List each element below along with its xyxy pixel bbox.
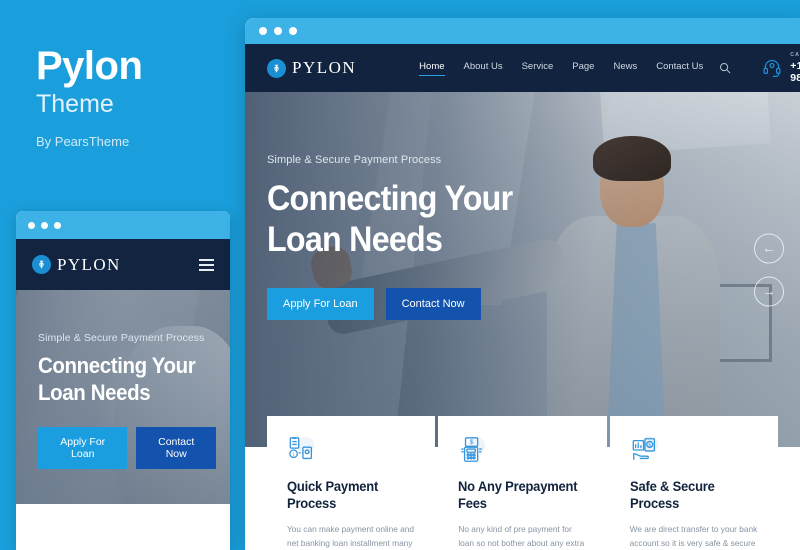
hero-heading-line-2: Loan Needs [267,220,443,260]
card-title-line-1: Safe & Secure [629,479,715,494]
contact-now-button[interactable]: Contact Now [385,287,481,320]
site-logo[interactable]: PYLON [267,58,356,78]
pylon-logo-icon [267,58,286,78]
call-phone-number: +1 9812310000 [790,60,800,84]
search-icon[interactable] [719,62,731,74]
window-dot-minimize[interactable] [274,27,282,35]
window-dot-close[interactable] [28,221,35,229]
mobile-hero-buttons: Apply For Loan Contact Now [38,427,216,470]
mobile-hero-heading: Connecting Your Loan Needs [38,353,204,406]
call-anytime-label: CALL ANYTIME [790,52,800,58]
feature-card-description: We are direct transfer to your bank acco… [629,523,758,548]
mobile-site-navbar: PYLON [16,239,230,290]
hero-heading-line-1: Connecting Your [267,179,513,218]
feature-card-no-prepayment-fees[interactable]: $ No Any Prepayment Fees No any kind of … [438,416,607,550]
mobile-preview-window: PYLON Simple & Secure Payment Process Co… [16,211,230,550]
card-title-line-2: Fees [458,496,488,512]
call-anytime-block[interactable]: CALL ANYTIME +1 9812310000 [762,52,800,84]
browser-window-titlebar [245,18,800,44]
promo-panel: Pylon Theme By PearsTheme PYLON Simple &… [0,0,245,550]
hero-slider-controls: ← → [754,233,784,306]
mobile-hero-eyebrow: Simple & Secure Payment Process [38,332,205,344]
nav-item-about-us[interactable]: About Us [464,61,503,75]
clipboard-payment-icon: i [287,435,415,469]
hero-section: Simple & Secure Payment Process Connecti… [245,92,800,447]
desktop-preview-window: PYLON Home About Us Service Page News Co… [245,18,800,550]
card-title-line-1: Quick Payment [287,479,379,494]
call-text-group: CALL ANYTIME +1 9812310000 [790,52,800,84]
mobile-hero-section: Simple & Secure Payment Process Connecti… [16,290,230,504]
arrow-left-icon[interactable]: ← [754,233,784,263]
card-title-line-2: Process [287,496,337,512]
window-dot-maximize[interactable] [54,221,61,229]
window-dot-close[interactable] [259,27,267,35]
feature-card-quick-payment[interactable]: i Quick Payment Process You can make pay… [267,416,436,550]
feature-card-title: Safe & Secure Process [630,478,753,513]
feature-card-description: You can make payment online and net bank… [287,523,415,548]
secure-transfer-icon: $ [630,435,758,469]
brand-block: Pylon Theme By PearsTheme [36,44,143,149]
hero-buttons: Apply For Loan Contact Now [267,287,534,320]
site-logo-text: PYLON [292,58,357,77]
mobile-heading-line-2: Loan Needs [38,379,151,405]
nav-item-service[interactable]: Service [522,61,554,75]
svg-text:i: i [293,453,294,459]
promo-subtitle: Theme [36,90,114,118]
arrow-right-icon[interactable]: → [754,276,784,306]
primary-nav: Home About Us Service Page News Contact … [419,61,703,76]
feature-card-title: No Any Prepayment Fees [458,478,581,513]
mobile-site-logo[interactable]: PYLON [32,255,121,275]
mobile-contact-now-button[interactable]: Contact Now [136,427,216,470]
mobile-apply-for-loan-button[interactable]: Apply For Loan [38,427,128,470]
nav-item-page[interactable]: Page [572,61,594,75]
svg-text:$: $ [648,443,651,449]
mobile-window-titlebar [16,211,230,239]
apply-for-loan-button[interactable]: Apply For Loan [267,287,374,320]
feature-card-title: Quick Payment Process [287,478,410,513]
promo-author: By PearsTheme [36,134,130,149]
card-title-line-1: No Any Prepayment [458,479,578,494]
site-navbar: PYLON Home About Us Service Page News Co… [245,44,800,92]
nav-item-contact-us[interactable]: Contact Us [656,61,703,75]
feature-card-safe-secure[interactable]: $ Safe & Secure Process We are direct tr… [609,416,778,550]
hero-heading: Connecting Your Loan Needs [267,178,513,261]
window-dot-minimize[interactable] [41,221,48,229]
nav-item-home[interactable]: Home [419,61,445,76]
hero-eyebrow: Simple & Secure Payment Process [267,154,442,166]
feature-cards-row: i Quick Payment Process You can make pay… [245,416,800,550]
hero-content: Simple & Secure Payment Process Connecti… [267,154,534,320]
svg-text:$: $ [470,439,474,446]
hamburger-menu-icon[interactable] [199,258,214,271]
headset-support-icon [762,58,782,78]
mobile-heading-line-1: Connecting Your [38,353,196,378]
pylon-logo-icon [32,255,51,274]
window-dot-maximize[interactable] [289,27,297,35]
nav-item-news[interactable]: News [613,61,637,75]
mobile-feature-card [38,534,208,550]
promo-title: Pylon [36,44,143,88]
pos-terminal-icon: $ [458,435,586,469]
mobile-hero-content: Simple & Secure Payment Process Connecti… [38,332,216,470]
card-title-line-2: Process [629,496,679,512]
mobile-logo-text: PYLON [57,254,121,274]
feature-card-description: No any kind of pre payment for loan so n… [458,523,585,548]
